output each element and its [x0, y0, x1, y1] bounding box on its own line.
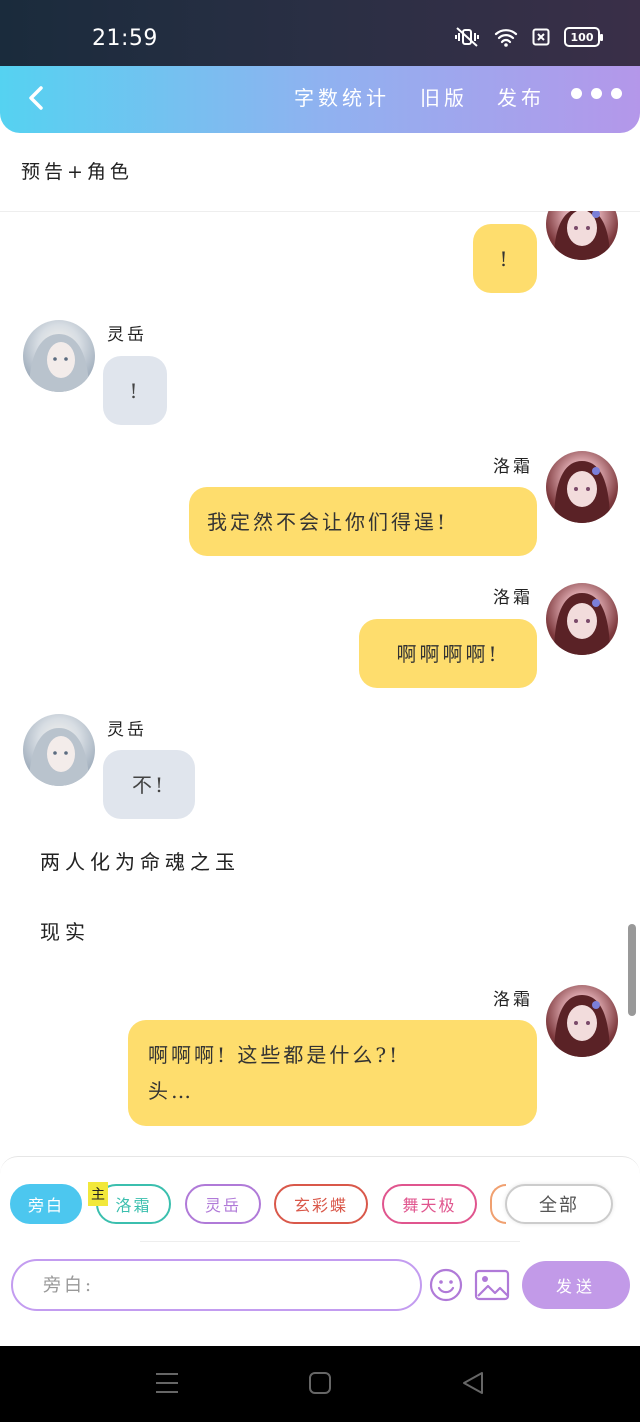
- role-chip-narration[interactable]: 旁白: [10, 1184, 82, 1224]
- message-bubble[interactable]: 啊啊啊! 这些都是什么?! 头…: [128, 1020, 537, 1126]
- narration-text[interactable]: 现实: [40, 916, 90, 945]
- image-icon[interactable]: [474, 1268, 510, 1302]
- sender-name: 灵岳: [107, 720, 147, 740]
- avatar-luoshuang[interactable]: [546, 985, 618, 1057]
- emoji-icon[interactable]: [429, 1268, 463, 1302]
- narration-text[interactable]: 两人化为命魂之玉: [40, 846, 240, 875]
- message-bubble[interactable]: 不!: [103, 750, 195, 819]
- divider: [0, 211, 640, 212]
- scrollbar[interactable]: [628, 924, 636, 1016]
- role-chip-wutianji[interactable]: 舞天极: [382, 1184, 477, 1224]
- status-icons: 100: [454, 27, 603, 47]
- role-chip-xuancaidie[interactable]: 玄彩蝶: [274, 1184, 368, 1224]
- more-options-button[interactable]: [571, 88, 622, 99]
- all-roles-button[interactable]: 全部: [505, 1184, 613, 1224]
- status-bar: 21:59 100: [0, 0, 640, 66]
- divider: [140, 1241, 520, 1242]
- input-panel: 旁白 洛霜 主 灵岳 玄彩蝶 舞天极 全部 发送: [0, 1156, 640, 1346]
- sender-name: 洛霜: [493, 457, 533, 477]
- role-chip-partial[interactable]: [490, 1184, 506, 1224]
- word-count-button[interactable]: 字数统计: [294, 82, 390, 111]
- menu-icon[interactable]: [154, 1371, 180, 1395]
- avatar-lingyue[interactable]: [23, 714, 95, 786]
- system-nav-bar: [0, 1346, 640, 1422]
- home-icon[interactable]: [308, 1371, 332, 1395]
- message-bubble[interactable]: !: [103, 356, 167, 425]
- message-bubble[interactable]: 啊啊啊啊!: [359, 619, 537, 688]
- sender-name: 洛霜: [493, 990, 533, 1010]
- battery-icon: 100: [564, 27, 603, 47]
- chapter-title: 预告+角色: [21, 161, 133, 183]
- sender-name: 洛霜: [493, 588, 533, 608]
- send-button[interactable]: 发送: [522, 1261, 630, 1309]
- app-header: 字数统计 旧版 发布: [0, 66, 640, 133]
- back-triangle-icon[interactable]: [461, 1371, 485, 1395]
- main-role-tag: 主: [88, 1182, 108, 1206]
- avatar-luoshuang[interactable]: [546, 451, 618, 523]
- role-chip-lingyue[interactable]: 灵岳: [185, 1184, 261, 1224]
- vibrate-off-icon: [455, 27, 479, 47]
- sender-name: 灵岳: [107, 325, 147, 345]
- sim-off-icon: [532, 28, 550, 46]
- message-input[interactable]: [11, 1259, 422, 1311]
- old-version-button[interactable]: 旧版: [420, 82, 468, 111]
- message-bubble[interactable]: !: [473, 224, 537, 293]
- message-bubble[interactable]: 我定然不会让你们得逞!: [189, 487, 537, 556]
- back-button[interactable]: [18, 80, 54, 116]
- chevron-left-icon: [29, 86, 43, 110]
- publish-button[interactable]: 发布: [497, 82, 545, 111]
- avatar-luoshuang[interactable]: [546, 583, 618, 655]
- avatar-lingyue[interactable]: [23, 320, 95, 392]
- wifi-icon: [494, 29, 518, 47]
- avatar-luoshuang[interactable]: [546, 211, 618, 260]
- status-time: 21:59: [92, 26, 158, 51]
